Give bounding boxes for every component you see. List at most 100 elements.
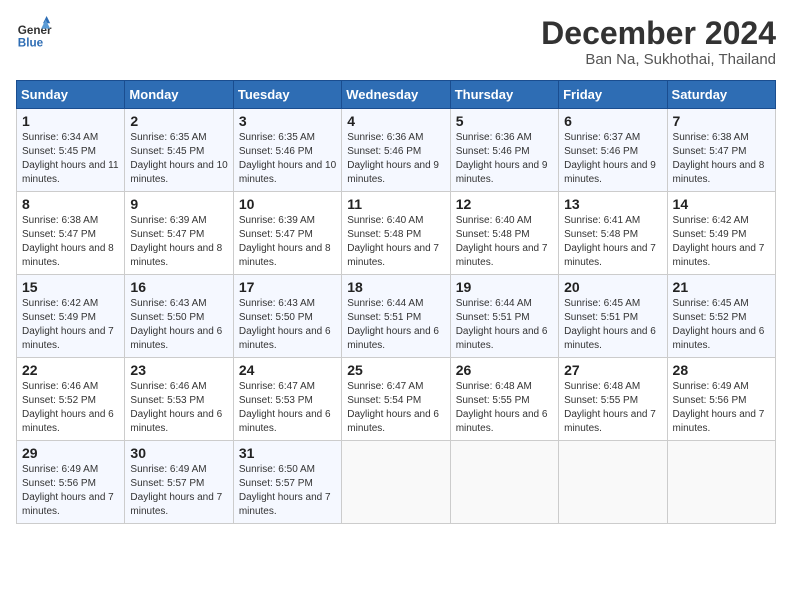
day-number: 27 xyxy=(564,362,661,378)
day-number: 30 xyxy=(130,445,227,461)
calendar-cell: 14 Sunrise: 6:42 AM Sunset: 5:49 PM Dayl… xyxy=(667,192,775,275)
day-info: Sunrise: 6:37 AM Sunset: 5:46 PM Dayligh… xyxy=(564,131,661,187)
day-info: Sunrise: 6:46 AM Sunset: 5:53 PM Dayligh… xyxy=(130,380,227,436)
day-number: 19 xyxy=(456,279,553,295)
day-number: 25 xyxy=(347,362,444,378)
day-number: 22 xyxy=(22,362,119,378)
month-title: December 2024 xyxy=(541,16,776,51)
day-info: Sunrise: 6:47 AM Sunset: 5:53 PM Dayligh… xyxy=(239,380,336,436)
calendar-cell: 5 Sunrise: 6:36 AM Sunset: 5:46 PM Dayli… xyxy=(450,109,558,192)
day-info: Sunrise: 6:38 AM Sunset: 5:47 PM Dayligh… xyxy=(22,214,119,270)
day-number: 23 xyxy=(130,362,227,378)
day-info: Sunrise: 6:34 AM Sunset: 5:45 PM Dayligh… xyxy=(22,131,119,187)
calendar-cell: 15 Sunrise: 6:42 AM Sunset: 5:49 PM Dayl… xyxy=(17,275,125,358)
calendar-cell: 20 Sunrise: 6:45 AM Sunset: 5:51 PM Dayl… xyxy=(559,275,667,358)
calendar-cell: 22 Sunrise: 6:46 AM Sunset: 5:52 PM Dayl… xyxy=(17,358,125,441)
day-number: 5 xyxy=(456,113,553,129)
svg-text:Blue: Blue xyxy=(18,37,44,50)
weekday-header-tuesday: Tuesday xyxy=(233,81,341,109)
calendar-cell: 18 Sunrise: 6:44 AM Sunset: 5:51 PM Dayl… xyxy=(342,275,450,358)
day-number: 11 xyxy=(347,196,444,212)
day-info: Sunrise: 6:36 AM Sunset: 5:46 PM Dayligh… xyxy=(456,131,553,187)
calendar-cell: 21 Sunrise: 6:45 AM Sunset: 5:52 PM Dayl… xyxy=(667,275,775,358)
day-info: Sunrise: 6:40 AM Sunset: 5:48 PM Dayligh… xyxy=(456,214,553,270)
calendar-cell: 17 Sunrise: 6:43 AM Sunset: 5:50 PM Dayl… xyxy=(233,275,341,358)
weekday-header-sunday: Sunday xyxy=(17,81,125,109)
day-number: 9 xyxy=(130,196,227,212)
day-info: Sunrise: 6:49 AM Sunset: 5:57 PM Dayligh… xyxy=(130,463,227,519)
day-number: 21 xyxy=(673,279,770,295)
calendar-cell: 7 Sunrise: 6:38 AM Sunset: 5:47 PM Dayli… xyxy=(667,109,775,192)
day-number: 15 xyxy=(22,279,119,295)
day-number: 2 xyxy=(130,113,227,129)
calendar-cell: 11 Sunrise: 6:40 AM Sunset: 5:48 PM Dayl… xyxy=(342,192,450,275)
day-number: 10 xyxy=(239,196,336,212)
page-header: General Blue December 2024 Ban Na, Sukho… xyxy=(16,16,776,68)
day-number: 7 xyxy=(673,113,770,129)
day-info: Sunrise: 6:42 AM Sunset: 5:49 PM Dayligh… xyxy=(22,297,119,353)
day-number: 18 xyxy=(347,279,444,295)
day-info: Sunrise: 6:40 AM Sunset: 5:48 PM Dayligh… xyxy=(347,214,444,270)
day-number: 4 xyxy=(347,113,444,129)
weekday-header-wednesday: Wednesday xyxy=(342,81,450,109)
calendar-cell: 25 Sunrise: 6:47 AM Sunset: 5:54 PM Dayl… xyxy=(342,358,450,441)
day-info: Sunrise: 6:43 AM Sunset: 5:50 PM Dayligh… xyxy=(130,297,227,353)
calendar-cell: 23 Sunrise: 6:46 AM Sunset: 5:53 PM Dayl… xyxy=(125,358,233,441)
day-number: 31 xyxy=(239,445,336,461)
weekday-header-thursday: Thursday xyxy=(450,81,558,109)
calendar-cell xyxy=(559,441,667,524)
day-info: Sunrise: 6:35 AM Sunset: 5:46 PM Dayligh… xyxy=(239,131,336,187)
calendar-cell xyxy=(450,441,558,524)
day-number: 3 xyxy=(239,113,336,129)
day-number: 29 xyxy=(22,445,119,461)
calendar-cell: 3 Sunrise: 6:35 AM Sunset: 5:46 PM Dayli… xyxy=(233,109,341,192)
day-info: Sunrise: 6:38 AM Sunset: 5:47 PM Dayligh… xyxy=(673,131,770,187)
day-number: 24 xyxy=(239,362,336,378)
day-info: Sunrise: 6:48 AM Sunset: 5:55 PM Dayligh… xyxy=(564,380,661,436)
calendar-cell: 31 Sunrise: 6:50 AM Sunset: 5:57 PM Dayl… xyxy=(233,441,341,524)
calendar-cell: 8 Sunrise: 6:38 AM Sunset: 5:47 PM Dayli… xyxy=(17,192,125,275)
day-number: 1 xyxy=(22,113,119,129)
day-info: Sunrise: 6:35 AM Sunset: 5:45 PM Dayligh… xyxy=(130,131,227,187)
day-info: Sunrise: 6:45 AM Sunset: 5:51 PM Dayligh… xyxy=(564,297,661,353)
day-info: Sunrise: 6:50 AM Sunset: 5:57 PM Dayligh… xyxy=(239,463,336,519)
day-number: 20 xyxy=(564,279,661,295)
day-number: 6 xyxy=(564,113,661,129)
day-info: Sunrise: 6:47 AM Sunset: 5:54 PM Dayligh… xyxy=(347,380,444,436)
day-info: Sunrise: 6:36 AM Sunset: 5:46 PM Dayligh… xyxy=(347,131,444,187)
calendar-cell: 16 Sunrise: 6:43 AM Sunset: 5:50 PM Dayl… xyxy=(125,275,233,358)
calendar-cell: 28 Sunrise: 6:49 AM Sunset: 5:56 PM Dayl… xyxy=(667,358,775,441)
calendar-cell: 29 Sunrise: 6:49 AM Sunset: 5:56 PM Dayl… xyxy=(17,441,125,524)
calendar-cell xyxy=(667,441,775,524)
calendar-cell: 10 Sunrise: 6:39 AM Sunset: 5:47 PM Dayl… xyxy=(233,192,341,275)
day-info: Sunrise: 6:49 AM Sunset: 5:56 PM Dayligh… xyxy=(22,463,119,519)
day-number: 28 xyxy=(673,362,770,378)
calendar-cell: 24 Sunrise: 6:47 AM Sunset: 5:53 PM Dayl… xyxy=(233,358,341,441)
weekday-header-saturday: Saturday xyxy=(667,81,775,109)
title-block: December 2024 Ban Na, Sukhothai, Thailan… xyxy=(541,16,776,68)
day-info: Sunrise: 6:48 AM Sunset: 5:55 PM Dayligh… xyxy=(456,380,553,436)
day-info: Sunrise: 6:44 AM Sunset: 5:51 PM Dayligh… xyxy=(347,297,444,353)
day-number: 8 xyxy=(22,196,119,212)
day-info: Sunrise: 6:49 AM Sunset: 5:56 PM Dayligh… xyxy=(673,380,770,436)
calendar-cell: 19 Sunrise: 6:44 AM Sunset: 5:51 PM Dayl… xyxy=(450,275,558,358)
day-number: 26 xyxy=(456,362,553,378)
day-info: Sunrise: 6:44 AM Sunset: 5:51 PM Dayligh… xyxy=(456,297,553,353)
day-number: 16 xyxy=(130,279,227,295)
day-info: Sunrise: 6:39 AM Sunset: 5:47 PM Dayligh… xyxy=(239,214,336,270)
day-info: Sunrise: 6:43 AM Sunset: 5:50 PM Dayligh… xyxy=(239,297,336,353)
day-number: 17 xyxy=(239,279,336,295)
day-info: Sunrise: 6:45 AM Sunset: 5:52 PM Dayligh… xyxy=(673,297,770,353)
calendar-table: SundayMondayTuesdayWednesdayThursdayFrid… xyxy=(16,80,776,524)
location: Ban Na, Sukhothai, Thailand xyxy=(541,51,776,68)
day-number: 14 xyxy=(673,196,770,212)
day-info: Sunrise: 6:39 AM Sunset: 5:47 PM Dayligh… xyxy=(130,214,227,270)
day-number: 13 xyxy=(564,196,661,212)
calendar-cell: 27 Sunrise: 6:48 AM Sunset: 5:55 PM Dayl… xyxy=(559,358,667,441)
calendar-cell: 30 Sunrise: 6:49 AM Sunset: 5:57 PM Dayl… xyxy=(125,441,233,524)
calendar-cell: 1 Sunrise: 6:34 AM Sunset: 5:45 PM Dayli… xyxy=(17,109,125,192)
calendar-cell: 2 Sunrise: 6:35 AM Sunset: 5:45 PM Dayli… xyxy=(125,109,233,192)
day-number: 12 xyxy=(456,196,553,212)
weekday-header-monday: Monday xyxy=(125,81,233,109)
logo: General Blue xyxy=(16,16,52,52)
